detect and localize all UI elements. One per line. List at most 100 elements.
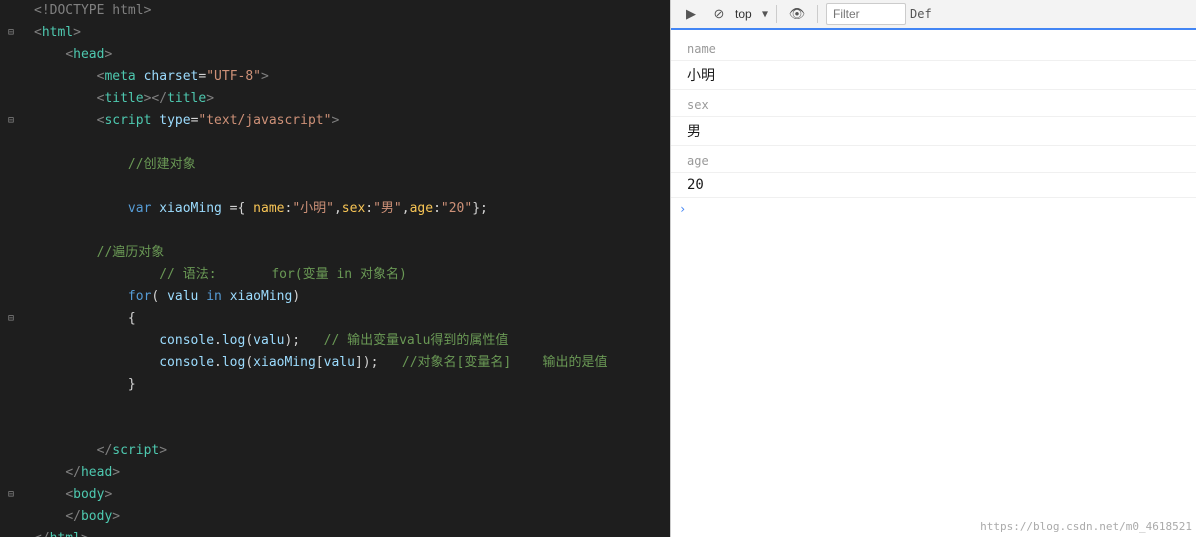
code-line: ⊟ <html> [0, 22, 670, 44]
token: var [128, 198, 151, 220]
fold-icon[interactable]: ⊟ [4, 26, 18, 40]
token [34, 198, 128, 220]
filter-input[interactable] [826, 3, 906, 25]
code-line: } [0, 374, 670, 396]
token: < [97, 66, 105, 88]
code-line: //创建对象 [0, 154, 670, 176]
token: <!DOCTYPE html> [34, 0, 151, 22]
token: body [73, 484, 104, 506]
fold-icon[interactable]: ⊟ [4, 488, 18, 502]
token: > [159, 440, 167, 462]
token [151, 198, 159, 220]
token [222, 286, 230, 308]
token: name [253, 198, 284, 220]
token: meta [104, 66, 135, 88]
token: sex [342, 198, 365, 220]
token: = [198, 66, 206, 88]
code-content: </script> [34, 440, 670, 462]
token: "text/javascript" [198, 110, 331, 132]
token [34, 484, 65, 506]
token: </ [65, 462, 81, 484]
code-line: ⊟ { [0, 308, 670, 330]
code-line: <meta charset="UTF-8"> [0, 66, 670, 88]
block-icon-btn[interactable]: ⊘ [707, 2, 731, 26]
code-content: var xiaoMing ={ name:"小明",sex:"男",age:"2… [34, 198, 670, 220]
token: head [81, 462, 112, 484]
fold-icon[interactable]: ⊟ [4, 312, 18, 326]
code-line: <head> [0, 44, 670, 66]
token: in [206, 286, 222, 308]
token [34, 506, 65, 528]
console-value-row: 小明 [671, 61, 1196, 90]
code-content: for( valu in xiaoMing) [34, 286, 670, 308]
token: valu [324, 352, 355, 374]
token: < [34, 22, 42, 44]
code-content: { [34, 308, 670, 330]
token: ></ [144, 88, 167, 110]
toolbar-separator-2 [817, 5, 818, 23]
token: console [159, 352, 214, 374]
token: console [159, 330, 214, 352]
token [34, 66, 97, 88]
token: { [34, 308, 136, 330]
code-content: <!DOCTYPE html> [34, 0, 670, 22]
token: // 输出变量valu得到的属性值 [324, 330, 509, 352]
code-content: </body> [34, 506, 670, 528]
token: html [42, 22, 73, 44]
token: valu [167, 286, 198, 308]
token: > [112, 462, 120, 484]
token: ) [292, 286, 300, 308]
context-select-wrapper[interactable]: top ▼ [735, 7, 768, 21]
token: } [34, 374, 136, 396]
code-content: <head> [34, 44, 670, 66]
token: xiaoMing [230, 286, 293, 308]
context-select[interactable]: top [735, 7, 768, 21]
console-label-row: age [671, 146, 1196, 173]
console-expand-row[interactable]: › [671, 198, 1196, 220]
code-content: <script type="text/javascript"> [34, 110, 670, 132]
code-content: <body> [34, 484, 670, 506]
token [34, 44, 65, 66]
forward-icon-btn[interactable]: ▶ [679, 2, 703, 26]
code-content: // 语法: for(变量 in 对象名) [34, 264, 670, 286]
token [136, 66, 144, 88]
token: > [104, 484, 112, 506]
code-content: <html> [34, 22, 670, 44]
token: "男" [373, 198, 402, 220]
token: ); [284, 330, 323, 352]
code-line: </html> [0, 528, 670, 537]
fold-icon[interactable]: ⊟ [4, 114, 18, 128]
code-content: </html> [34, 528, 670, 537]
token: < [65, 44, 73, 66]
eye-icon: 👁 [789, 6, 806, 22]
token: // 语法: for(变量 in 对象名) [159, 264, 407, 286]
devtools-toolbar: ▶ ⊘ top ▼ 👁 Def [671, 0, 1196, 30]
token: //遍历对象 [34, 242, 164, 264]
token: log [222, 330, 245, 352]
token: ( [245, 352, 253, 374]
line-gutter: ⊟ [4, 488, 34, 502]
token: ]); [355, 352, 402, 374]
token [34, 88, 97, 110]
console-value-row: 20 [671, 173, 1196, 198]
token: head [73, 44, 104, 66]
token: }; [472, 198, 488, 220]
token [34, 462, 65, 484]
eye-icon-btn[interactable]: 👁 [785, 2, 809, 26]
code-line: </script> [0, 440, 670, 462]
code-line: console.log(valu); // 输出变量valu得到的属性值 [0, 330, 670, 352]
code-line: </body> [0, 506, 670, 528]
code-content: console.log(valu); // 输出变量valu得到的属性值 [34, 330, 670, 352]
token: < [65, 484, 73, 506]
token: < [97, 110, 105, 132]
code-line: <!DOCTYPE html> [0, 0, 670, 22]
token: </ [97, 440, 113, 462]
token [34, 110, 97, 132]
code-content: //遍历对象 [34, 242, 670, 264]
code-line [0, 176, 670, 198]
token: < [97, 88, 105, 110]
devtools-watermark: https://blog.csdn.net/m0_4618521 [980, 520, 1192, 533]
token [198, 286, 206, 308]
token [34, 154, 128, 176]
token: ( [245, 330, 253, 352]
